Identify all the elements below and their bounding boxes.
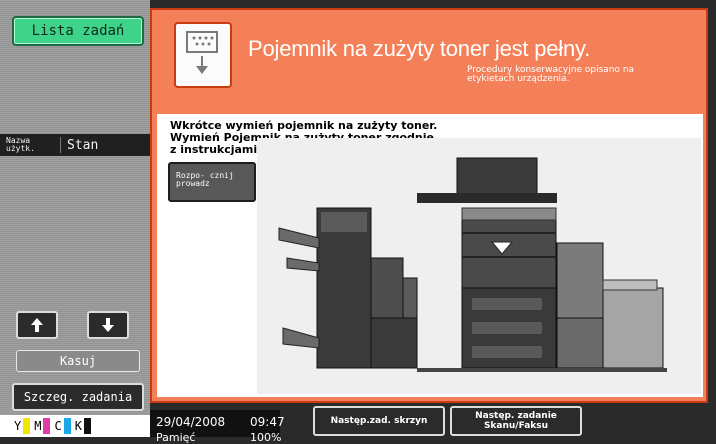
next-job-box-button[interactable]: Następ.zad. skrzyn <box>313 406 445 436</box>
toner-magenta-bar <box>43 418 51 434</box>
toner-black-bar <box>83 418 91 434</box>
user-name-header: Nazwa użytk. <box>6 136 35 153</box>
toner-levels: Y M C K <box>0 415 164 437</box>
toner-magenta: M <box>34 418 51 434</box>
toner-cyan-label: C <box>54 419 62 433</box>
alert-title: Pojemnik na zużyty toner jest pełny. <box>248 36 591 61</box>
scroll-up-button[interactable] <box>16 311 58 339</box>
waste-toner-icon <box>174 22 232 88</box>
toner-magenta-label: M <box>34 419 42 433</box>
toner-yellow: Y <box>14 418 31 434</box>
toner-yellow-bar <box>23 418 31 434</box>
alert-panel: Pojemnik na zużyty toner jest pełny. Pro… <box>150 8 708 403</box>
left-panel: Lista zadań Nazwa użytk. Stan Kasuj Szcz… <box>0 0 164 437</box>
alert-content: Wkrótce wymień pojemnik na zużyty toner.… <box>157 114 703 397</box>
printer-machine-image <box>278 157 667 372</box>
alert-subtitle: Procedury konserwacyjne opisano na etyki… <box>467 65 635 84</box>
status-bar: 29/04/2008 09:47 Pamięć 100% <box>150 410 285 444</box>
printer-illustration <box>257 138 701 394</box>
header-divider <box>60 137 61 153</box>
toner-yellow-label: Y <box>14 419 22 433</box>
arrow-down-icon <box>102 318 114 332</box>
status-date: 29/04/2008 <box>156 415 226 429</box>
toner-cyan: C <box>54 418 71 434</box>
arrow-up-icon <box>31 318 43 332</box>
waste-toner-symbol <box>186 31 218 74</box>
toner-cyan-bar <box>63 418 71 434</box>
start-guide-button[interactable]: Rozpo- cznij prowadz <box>168 162 256 202</box>
status-time: 09:47 <box>250 415 285 429</box>
toner-black: K <box>75 418 91 434</box>
memory-label: Pamięć <box>156 431 196 444</box>
job-details-button[interactable]: Szczeg. zadania <box>12 383 144 411</box>
scroll-down-button[interactable] <box>87 311 129 339</box>
state-header: Stan <box>67 137 99 153</box>
memory-value: 100% <box>250 431 282 444</box>
toner-black-label: K <box>74 419 82 433</box>
delete-button[interactable]: Kasuj <box>16 350 140 372</box>
next-job-scan-fax-button[interactable]: Następ. zadanie Skanu/Faksu <box>450 406 582 436</box>
user-list-header: Nazwa użytk. Stan <box>0 134 150 156</box>
job-list-button[interactable]: Lista zadań <box>12 16 144 46</box>
